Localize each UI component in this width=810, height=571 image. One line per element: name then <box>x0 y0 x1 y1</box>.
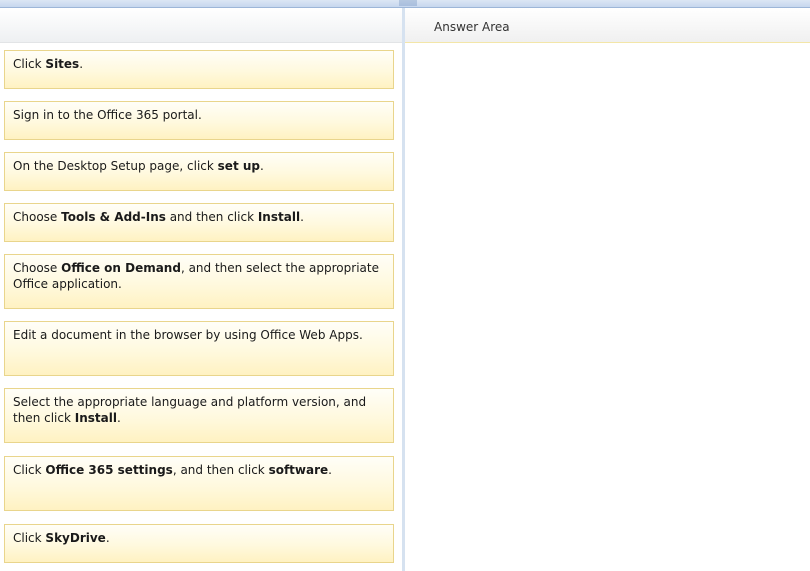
splitter-grip-handle[interactable] <box>399 0 417 6</box>
step-text: and then click <box>165 210 258 224</box>
step-text-bold: Sites <box>45 57 80 71</box>
step-text: Sign in to the Office 365 portal. <box>13 108 202 122</box>
step-text: Select the appropriate language and plat… <box>13 395 367 425</box>
answer-area-title: Answer Area <box>405 8 810 43</box>
draggable-step-item[interactable]: Edit a document in the browser by using … <box>4 321 394 376</box>
step-text: Choose <box>13 261 62 275</box>
draggable-step-item[interactable]: Select the appropriate language and plat… <box>4 388 394 443</box>
step-text-bold: Office on Demand <box>61 261 181 275</box>
step-text-bold: Tools & Add-Ins <box>61 210 166 224</box>
step-text: On the Desktop Setup page, click <box>13 159 218 173</box>
draggable-step-item[interactable]: Choose Office on Demand, and then select… <box>4 254 394 309</box>
step-text: Click <box>13 531 46 545</box>
step-text: . <box>259 159 264 173</box>
draggable-step-item[interactable]: Sign in to the Office 365 portal. <box>4 101 394 140</box>
top-splitter-bar[interactable] <box>0 0 810 8</box>
step-text-bold: software <box>268 463 329 477</box>
step-text: . <box>300 210 304 224</box>
step-text: . <box>116 411 121 425</box>
step-text-bold: Install <box>74 411 117 425</box>
step-text: . <box>328 463 332 477</box>
step-text: Click <box>13 57 46 71</box>
answer-area-panel[interactable]: Answer Area <box>405 8 810 571</box>
step-text-bold: SkyDrive <box>45 531 106 545</box>
draggable-step-item[interactable]: Click Sites. <box>4 50 394 89</box>
step-text-bold: set up <box>217 159 260 173</box>
step-text: Edit a document in the browser by using … <box>13 328 363 342</box>
draggable-step-item[interactable]: Choose Tools & Add-Ins and then click In… <box>4 203 394 242</box>
step-text: , and then click <box>172 463 269 477</box>
step-text-bold: Install <box>257 210 301 224</box>
step-text: Choose <box>13 210 62 224</box>
step-text: Click <box>13 463 46 477</box>
source-list-header <box>0 8 402 43</box>
draggable-step-item[interactable]: On the Desktop Setup page, click set up. <box>4 152 394 191</box>
draggable-step-item[interactable]: Click SkyDrive. <box>4 524 394 563</box>
draggable-step-item[interactable]: Click Office 365 settings, and then clic… <box>4 456 394 511</box>
step-text: . <box>79 57 84 71</box>
step-text: . <box>105 531 110 545</box>
step-text-bold: Office 365 settings <box>45 463 173 477</box>
